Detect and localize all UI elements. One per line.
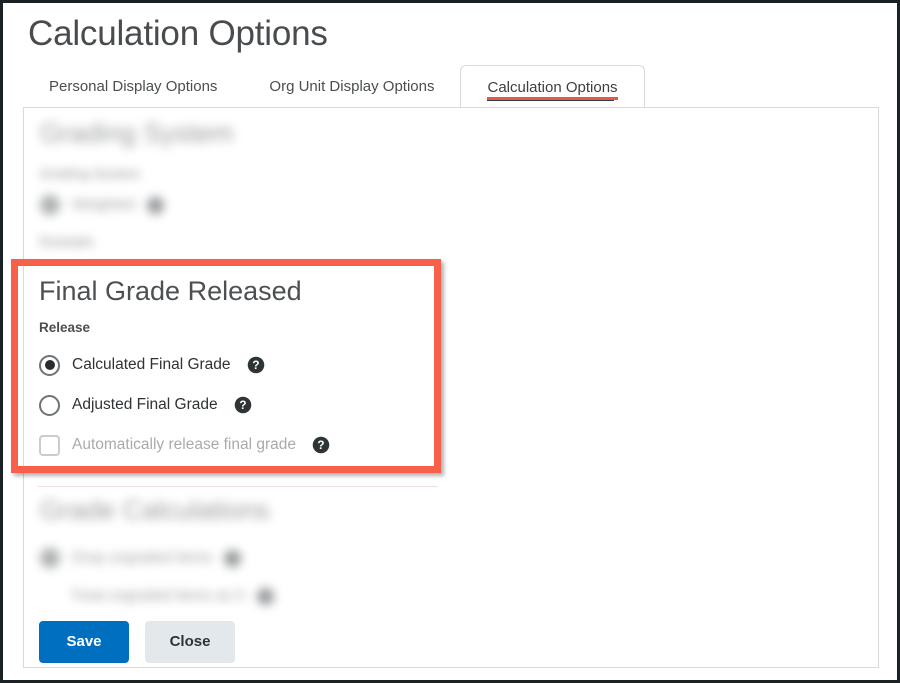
help-icon[interactable] xyxy=(256,587,274,605)
tab-label: Org Unit Display Options xyxy=(269,78,435,95)
option-calculated-final-grade[interactable]: Calculated Final Grade ? xyxy=(39,345,431,385)
grading-system-section: Grading System Grading System Weighted E… xyxy=(40,116,460,260)
tab-label: Personal Display Options xyxy=(49,78,218,95)
radio-icon-calculated-final-grade[interactable] xyxy=(39,354,60,376)
svg-text:?: ? xyxy=(252,359,259,372)
final-grade-released-section: Final Grade Released Release Calculated … xyxy=(39,273,431,465)
page-title: Calculation Options xyxy=(28,14,328,53)
grading-system-option-label: Weighted xyxy=(72,196,136,213)
final-grade-released-heading: Final Grade Released xyxy=(39,276,302,306)
option-adjusted-final-grade[interactable]: Adjusted Final Grade ? xyxy=(39,385,431,425)
active-tab-indicator xyxy=(487,97,618,101)
radio-icon-adjusted-final-grade[interactable] xyxy=(39,394,60,416)
release-label: Release xyxy=(39,320,91,335)
grade-calculations-heading: Grade Calculations xyxy=(40,495,270,525)
option-label: Calculated Final Grade xyxy=(72,356,231,373)
help-icon-automatically-release[interactable]: ? xyxy=(312,436,330,454)
grade-calculations-option-label: Drop ungraded items xyxy=(72,549,213,566)
svg-text:?: ? xyxy=(239,399,246,412)
grading-system-option-row[interactable]: Weighted xyxy=(40,192,460,218)
screenshot-root: Calculation Options Personal Display Opt… xyxy=(0,0,900,683)
tab-bar: Personal Display Options Org Unit Displa… xyxy=(23,65,879,108)
tab-calculation-options[interactable]: Calculation Options xyxy=(460,65,645,108)
help-icon-adjusted-final-grade[interactable]: ? xyxy=(234,396,252,414)
option-label: Automatically release final grade xyxy=(72,436,297,453)
close-button[interactable]: Close xyxy=(145,621,235,663)
checkbox-icon-automatically-release xyxy=(39,434,60,456)
tab-label: Calculation Options xyxy=(487,78,618,96)
save-button[interactable]: Save xyxy=(39,621,129,663)
help-icon-calculated-final-grade[interactable]: ? xyxy=(247,356,265,374)
radio-icon[interactable] xyxy=(40,548,60,568)
radio-icon[interactable] xyxy=(40,195,60,215)
footer-actions: Save Close xyxy=(39,621,235,663)
grade-calculations-sub-option-row[interactable]: Treat ungraded items as 0 xyxy=(40,583,460,609)
option-label: Adjusted Final Grade xyxy=(72,396,218,413)
grade-calculations-sub-option-label: Treat ungraded items as 0 xyxy=(70,587,245,604)
svg-text:?: ? xyxy=(317,439,324,452)
help-icon[interactable] xyxy=(147,196,165,214)
panel-top-seam xyxy=(24,108,512,109)
option-automatically-release-final-grade: Automatically release final grade ? xyxy=(39,425,431,465)
grade-calculations-option-row[interactable]: Drop ungraded items xyxy=(40,545,460,571)
grading-system-heading: Grading System xyxy=(40,118,234,148)
grading-system-example-label: Example xyxy=(40,234,94,249)
help-icon[interactable] xyxy=(224,549,242,567)
tab-org-unit-display-options[interactable]: Org Unit Display Options xyxy=(243,65,460,108)
grade-calculations-section: Grade Calculations Drop ungraded items T… xyxy=(40,493,460,609)
grading-system-label: Grading System xyxy=(40,166,140,181)
section-divider xyxy=(38,486,438,487)
tab-personal-display-options[interactable]: Personal Display Options xyxy=(23,65,243,108)
